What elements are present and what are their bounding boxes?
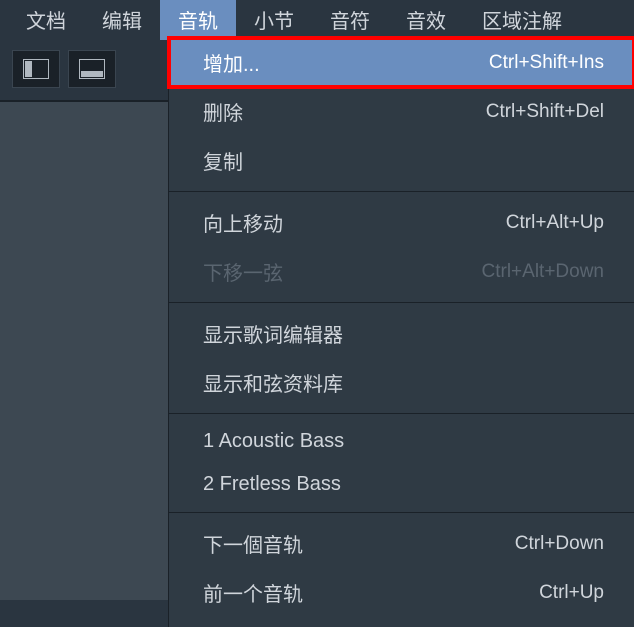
menu-item-label: 显示和弦资料库 [203,368,604,397]
menu-item-label: 2 Fretless Bass [203,473,604,496]
menu-item-move-down-string[interactable]: 下移一弦 Ctrl+Alt+Down [169,247,634,296]
menu-item-track-2[interactable]: 2 Fretless Bass [169,463,634,506]
menu-item-add[interactable]: 增加... Ctrl+Shift+Ins [169,38,634,87]
menu-item-show-chord-library[interactable]: 显示和弦资料库 [169,358,634,407]
menu-item-shortcut: Ctrl+Shift+Ins [489,52,604,74]
menu-item-move-up[interactable]: 向上移动 Ctrl+Alt+Up [169,198,634,247]
menu-item-label: 显示歌词编辑器 [203,319,604,348]
menu-region-annotation[interactable]: 区域注解 [464,0,580,40]
menu-item-copy[interactable]: 复制 [169,136,634,185]
menu-separator [169,512,634,513]
sidebar-panel [0,100,168,600]
layout-button-1[interactable] [12,50,60,88]
menu-item-prev-track[interactable]: 前一个音轨 Ctrl+Up [169,568,634,617]
menu-separator [169,191,634,192]
panel-bottom-icon [79,59,105,79]
menu-item-track-1[interactable]: 1 Acoustic Bass [169,420,634,463]
menu-measure[interactable]: 小节 [236,0,312,40]
menu-item-shortcut: Ctrl+Down [515,533,604,555]
menu-separator [169,302,634,303]
menu-edit[interactable]: 编辑 [84,0,160,40]
menu-item-delete[interactable]: 删除 Ctrl+Shift+Del [169,87,634,136]
menu-item-label: 前一个音轨 [203,578,519,607]
menu-item-label: 下移一弦 [203,257,462,286]
menu-item-label: 向上移动 [203,208,486,237]
menu-item-label: 复制 [203,146,584,175]
menubar: 文档 编辑 音轨 小节 音符 音效 区域注解 [0,0,634,38]
menu-item-shortcut: Ctrl+Alt+Up [506,212,604,234]
menu-separator [169,413,634,414]
menu-note[interactable]: 音符 [312,0,388,40]
menu-item-label: 增加... [203,48,469,77]
track-dropdown-menu: 增加... Ctrl+Shift+Ins 删除 Ctrl+Shift+Del 复… [168,38,634,627]
menu-item-shortcut: Ctrl+Up [539,582,604,604]
menu-item-label: 删除 [203,97,466,126]
menu-track[interactable]: 音轨 [160,0,236,40]
layout-button-2[interactable] [68,50,116,88]
menu-item-shortcut: Ctrl+Shift+Del [486,101,604,123]
menu-effect[interactable]: 音效 [388,0,464,40]
menu-item-show-lyrics-editor[interactable]: 显示歌词编辑器 [169,309,634,358]
menu-item-label: 1 Acoustic Bass [203,430,604,453]
menu-item-label: 下一個音轨 [203,529,495,558]
menu-item-shortcut: Ctrl+Alt+Down [482,261,605,283]
menu-item-next-track[interactable]: 下一個音轨 Ctrl+Down [169,519,634,568]
menu-document[interactable]: 文档 [8,0,84,40]
panel-left-icon [23,59,49,79]
